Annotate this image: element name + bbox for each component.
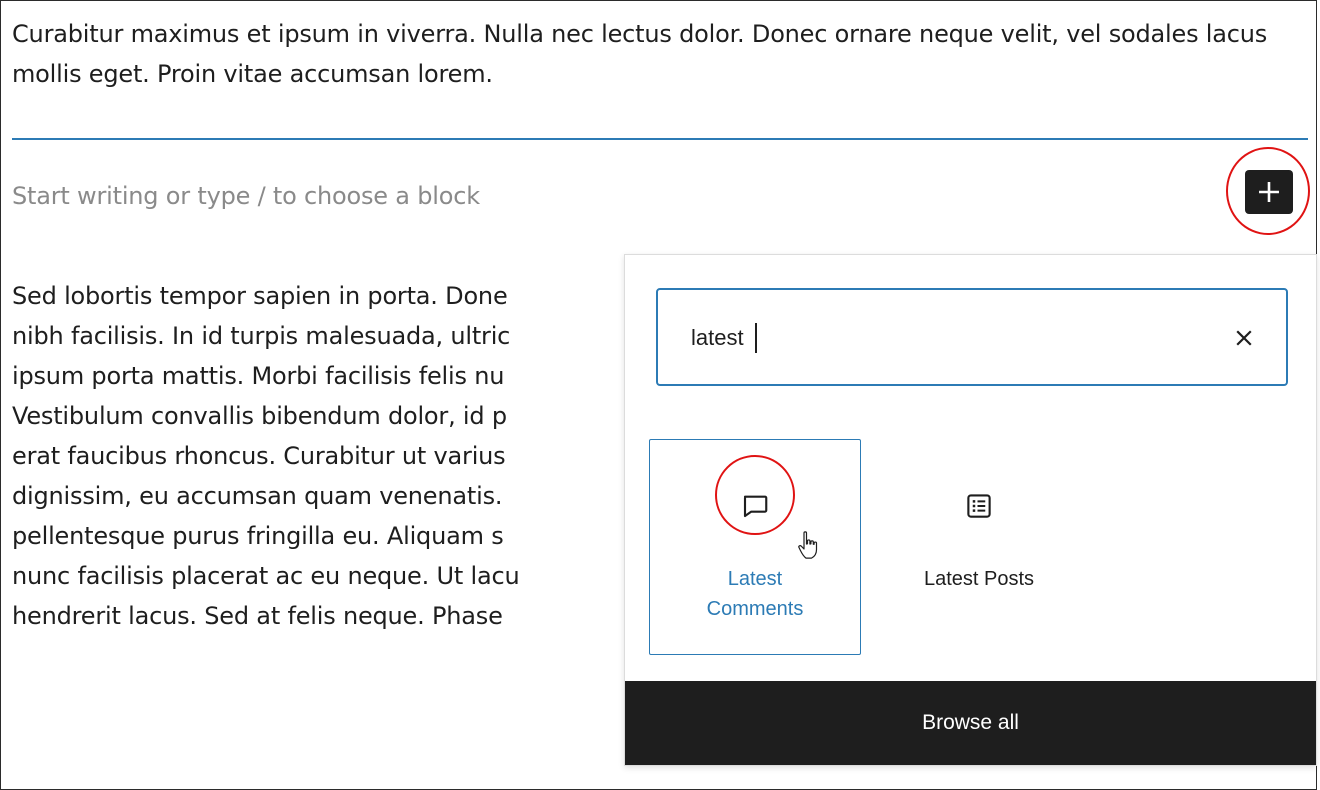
clear-search-button[interactable] bbox=[1230, 324, 1258, 352]
paragraph-line: Sed lobortis tempor sapien in porta. Don… bbox=[12, 282, 508, 310]
post-list-icon bbox=[964, 491, 994, 521]
block-search-field[interactable] bbox=[656, 288, 1288, 386]
hand-cursor-icon bbox=[798, 531, 818, 559]
comment-icon bbox=[740, 491, 770, 521]
block-latest-comments[interactable]: Latest Comments bbox=[649, 439, 861, 655]
paragraph-block[interactable]: Sed lobortis tempor sapien in porta. Don… bbox=[12, 276, 652, 636]
block-label: Latest Comments bbox=[706, 568, 804, 620]
paragraph-line: Vestibulum convallis bibendum dolor, id … bbox=[12, 402, 507, 430]
paragraph-line: nunc facilisis placerat ac eu neque. Ut … bbox=[12, 562, 520, 590]
paragraph-block[interactable]: Curabitur maximus et ipsum in viverra. N… bbox=[12, 14, 1302, 94]
add-block-button[interactable] bbox=[1245, 170, 1293, 214]
block-latest-posts[interactable]: Latest Posts bbox=[873, 439, 1085, 655]
block-divider bbox=[12, 138, 1308, 140]
plus-icon bbox=[1259, 182, 1279, 202]
paragraph-line: nibh facilisis. In id turpis malesuada, … bbox=[12, 322, 511, 350]
text-caret bbox=[755, 323, 757, 353]
paragraph-line: pellentesque purus fringilla eu. Aliquam… bbox=[12, 522, 504, 550]
block-inserter-popover: Latest Comments Latest Posts Browse all bbox=[624, 254, 1317, 766]
paragraph-line: ipsum porta mattis. Morbi facilisis feli… bbox=[12, 362, 505, 390]
block-placeholder[interactable]: Start writing or type / to choose a bloc… bbox=[12, 176, 480, 216]
paragraph-line: dignissim, eu accumsan quam venenatis. bbox=[12, 482, 503, 510]
block-label: Latest Posts bbox=[923, 568, 1035, 590]
paragraph-line: erat faucibus rhoncus. Curabitur ut vari… bbox=[12, 442, 506, 470]
browse-all-button[interactable]: Browse all bbox=[625, 681, 1316, 765]
close-icon bbox=[1236, 330, 1252, 346]
paragraph-line: hendrerit lacus. Sed at felis neque. Pha… bbox=[12, 602, 503, 630]
block-search-input[interactable] bbox=[691, 320, 1211, 356]
